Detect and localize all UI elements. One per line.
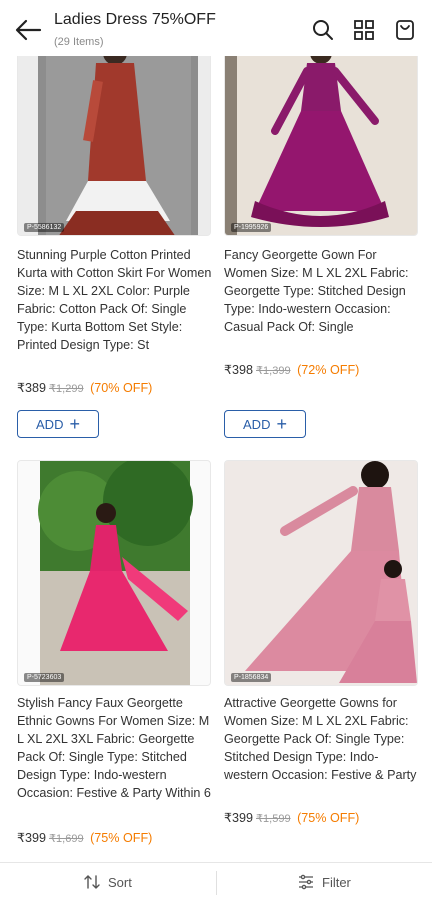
product-id-tag: P-5723603 [24,673,65,682]
grid-view-icon[interactable] [352,18,376,42]
product-image[interactable]: P-1995926 [224,40,418,236]
product-title[interactable]: Attractive Georgette Gowns for Women Siz… [224,694,420,784]
add-button[interactable]: ADD + [224,410,306,438]
discount: (72% OFF) [297,363,360,377]
mrp: ₹1,599 [256,813,291,825]
plus-icon: + [69,414,80,434]
price-row: ₹399 ₹1,599 (75% OFF) [224,810,359,825]
cart-icon[interactable] [393,18,417,42]
product-title[interactable]: Stylish Fancy Faux Georgette Ethnic Gown… [17,694,213,802]
product-image[interactable]: P-1856834 [224,460,418,686]
product-image[interactable]: P-5586132 [17,40,211,236]
bottom-action-bar: Sort Filter [0,862,432,900]
sort-button[interactable]: Sort [84,863,132,900]
add-button[interactable]: ADD + [17,410,99,438]
price: ₹399 [224,811,254,825]
discount: (75% OFF) [297,811,360,825]
product-image[interactable]: P-5723603 [17,460,211,686]
mrp: ₹1,699 [49,833,84,845]
filter-label: Filter [322,874,351,890]
bottom-divider [216,871,217,895]
price: ₹389 [17,381,47,395]
add-label: ADD [243,416,271,432]
product-id-tag: P-1995926 [231,223,272,232]
add-label: ADD [36,416,64,432]
filter-button[interactable]: Filter [298,863,351,900]
product-id-tag: P-5586132 [24,223,65,232]
product-title[interactable]: Stunning Purple Cotton Printed Kurta wit… [17,246,213,354]
sort-label: Sort [108,874,132,890]
discount: (75% OFF) [90,831,153,845]
search-icon[interactable] [311,18,335,42]
price-row: ₹389 ₹1,299 (70% OFF) [17,380,152,395]
back-arrow-icon[interactable] [14,18,42,42]
price-row: ₹398 ₹1,399 (72% OFF) [224,362,359,377]
app-header: Ladies Dress 75%OFF (29 Items) [0,0,432,56]
item-count: (29 Items) [54,36,104,48]
mrp: ₹1,299 [49,383,84,395]
product-id-tag: P-1856834 [231,673,272,682]
filter-icon [299,874,313,890]
price: ₹399 [17,831,47,845]
plus-icon: + [276,414,287,434]
sort-icon [84,875,100,889]
price-row: ₹399 ₹1,699 (75% OFF) [17,830,152,845]
product-title[interactable]: Fancy Georgette Gown For Women Size: M L… [224,246,420,336]
mrp: ₹1,399 [256,365,291,377]
discount: (70% OFF) [90,381,153,395]
page-title: Ladies Dress 75%OFF [54,11,216,28]
price: ₹398 [224,363,254,377]
